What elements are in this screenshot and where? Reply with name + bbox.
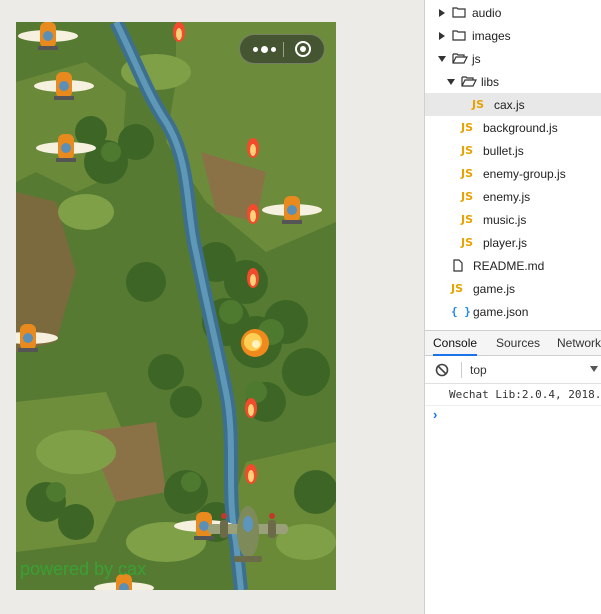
tree-file-player-js[interactable]: JS player.js — [425, 231, 601, 254]
js-file-icon: JS — [461, 236, 474, 249]
tree-label: enemy-group.js — [483, 167, 566, 181]
tree-file-bullet-js[interactable]: JS bullet.js — [425, 139, 601, 162]
chevron-right-icon[interactable] — [439, 9, 445, 17]
record-close-icon[interactable] — [295, 41, 311, 57]
tree-folder-audio[interactable]: audio — [425, 1, 601, 24]
js-file-icon: JS — [461, 190, 474, 203]
bullet-icon — [247, 138, 259, 158]
enemy-plane-icon — [262, 196, 322, 224]
devtools-panel: audio images js libs JS cax.js JS backgr… — [424, 0, 601, 614]
tree-label: music.js — [483, 213, 527, 227]
explosion-icon — [241, 329, 269, 357]
js-file-icon: JS — [451, 282, 464, 295]
folder-icon — [452, 7, 466, 18]
json-file-icon: { } — [451, 305, 471, 318]
tree-file-game-json[interactable]: { } game.json — [425, 300, 601, 323]
tree-label: bullet.js — [483, 144, 524, 158]
tree-label: audio — [472, 6, 502, 20]
tab-network[interactable]: Network — [557, 331, 601, 356]
tree-file-enemy-js[interactable]: JS enemy.js — [425, 185, 601, 208]
js-file-icon: JS — [461, 213, 474, 226]
chevron-right-icon[interactable] — [439, 32, 445, 40]
clear-console-icon[interactable] — [435, 363, 449, 377]
tree-folder-images[interactable]: images — [425, 24, 601, 47]
capsule-divider — [283, 42, 284, 57]
tree-label: README.md — [473, 259, 545, 273]
enemy-plane-icon — [34, 72, 94, 100]
folder-icon — [452, 30, 466, 41]
bullet-icon — [245, 398, 257, 418]
bullet-icon — [173, 22, 185, 42]
tree-file-enemy-group-js[interactable]: JS enemy-group.js — [425, 162, 601, 185]
js-file-icon: JS — [472, 98, 485, 111]
tree-folder-libs[interactable]: libs — [425, 70, 601, 93]
js-file-icon: JS — [461, 121, 474, 134]
tab-sources[interactable]: Sources — [496, 331, 540, 356]
more-dots-icon[interactable] — [248, 35, 280, 63]
devtools-tabbar: Console Sources Network — [425, 330, 601, 356]
folder-open-icon — [461, 76, 477, 87]
tree-label: cax.js — [494, 98, 525, 112]
tree-label: game.json — [473, 305, 529, 319]
js-file-icon: JS — [461, 144, 474, 157]
menu-capsule — [239, 34, 325, 64]
bullet-icon — [247, 204, 259, 224]
chevron-down-icon[interactable] — [590, 366, 598, 372]
tree-file-music-js[interactable]: JS music.js — [425, 208, 601, 231]
js-file-icon: JS — [461, 167, 474, 180]
bullet-icon — [245, 464, 257, 484]
enemy-plane-icon — [16, 324, 58, 352]
tree-label: js — [472, 52, 481, 66]
tree-label: enemy.js — [483, 190, 531, 204]
tree-file-game-js[interactable]: JS game.js — [425, 277, 601, 300]
tree-label: player.js — [483, 236, 528, 250]
watermark: powered by cax — [20, 559, 147, 579]
chevron-down-icon[interactable] — [438, 56, 446, 62]
chevron-down-icon[interactable] — [447, 79, 455, 85]
enemy-plane-icon — [36, 134, 96, 162]
tree-file-readme[interactable]: README.md — [425, 254, 601, 277]
document-icon — [453, 259, 463, 272]
toolbar-divider — [461, 362, 462, 378]
context-selector[interactable]: top — [470, 363, 487, 377]
tree-folder-js[interactable]: js — [425, 47, 601, 70]
log-message: Wechat Lib:2.0.4, 2018. — [449, 388, 601, 401]
tab-console[interactable]: Console — [433, 331, 478, 356]
tree-label: background.js — [483, 121, 558, 135]
bullet-icon — [247, 268, 259, 288]
console-prompt-icon[interactable]: › — [433, 407, 437, 422]
console-toolbar: top — [425, 356, 601, 384]
tree-label: game.js — [473, 282, 516, 296]
console-log-line: Wechat Lib:2.0.4, 2018. — [425, 384, 601, 406]
player-plane-icon[interactable] — [206, 502, 290, 570]
tree-file-background-js[interactable]: JS background.js — [425, 116, 601, 139]
game-canvas[interactable]: powered by cax — [16, 22, 336, 590]
enemy-plane-icon — [18, 22, 78, 50]
tree-file-cax-js[interactable]: JS cax.js — [425, 93, 601, 116]
folder-open-icon — [452, 53, 468, 64]
tree-label: libs — [481, 75, 500, 89]
tree-label: images — [472, 29, 511, 43]
